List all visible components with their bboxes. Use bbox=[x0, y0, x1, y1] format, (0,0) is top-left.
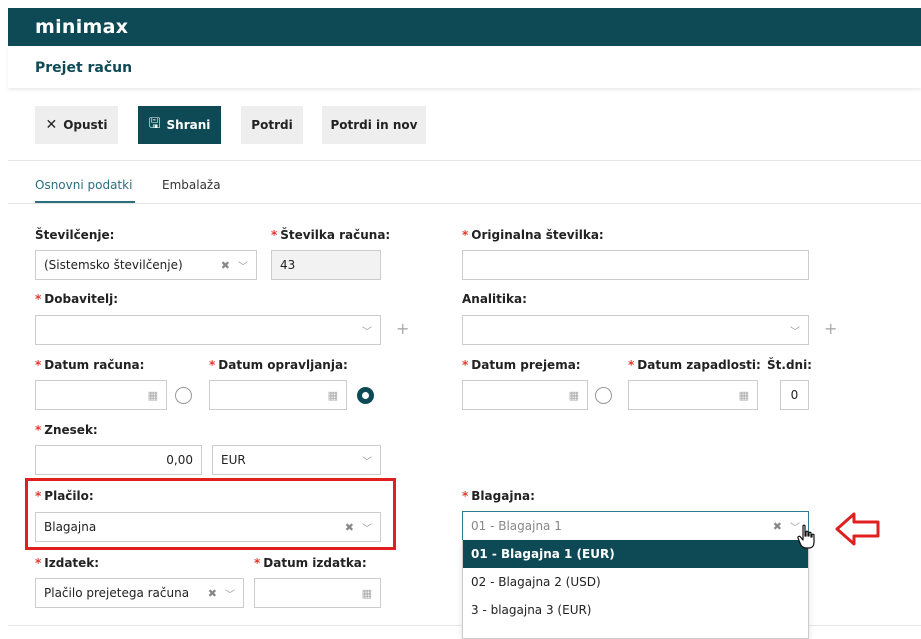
clear-icon[interactable]: ✖ bbox=[773, 520, 782, 533]
chevron-down-icon: ﹀ bbox=[362, 523, 372, 535]
toolbar-divider bbox=[8, 160, 921, 161]
service-date-radio[interactable] bbox=[357, 387, 374, 404]
amount-input[interactable]: 0,00 bbox=[35, 445, 202, 475]
cash-register-select[interactable]: 01 - Blagajna 1 ✖ ﹀ bbox=[462, 511, 809, 541]
confirm-button[interactable]: Potrdi bbox=[241, 106, 303, 144]
cash-register-option[interactable]: 02 - Blagajna 2 (USD) bbox=[463, 568, 808, 596]
analytics-label: Analitika: bbox=[462, 292, 527, 306]
discard-label: Opusti bbox=[63, 118, 108, 132]
expense-date-input[interactable]: ▦ bbox=[254, 578, 381, 608]
save-button[interactable]: 🖫 Shrani bbox=[138, 106, 221, 144]
amount-label: * Znesek: bbox=[35, 423, 98, 437]
invoice-date-input[interactable]: ▦ bbox=[35, 380, 167, 410]
calendar-icon[interactable]: ▦ bbox=[569, 389, 579, 402]
cash-register-dropdown: 01 - Blagajna 1 (EUR) 02 - Blagajna 2 (U… bbox=[462, 540, 809, 639]
service-date-label: * Datum opravljanja: bbox=[209, 358, 348, 372]
analytics-select[interactable]: ﹀ bbox=[462, 315, 809, 345]
page-title: Prejet račun bbox=[35, 60, 133, 76]
days-label: Št.dni: bbox=[767, 358, 812, 372]
invoice-date-radio[interactable] bbox=[175, 387, 192, 404]
due-date-label: * Datum zapadlosti: bbox=[628, 358, 761, 372]
close-icon: ✕ bbox=[45, 117, 58, 133]
top-bar: minimax bbox=[8, 8, 921, 46]
invoice-date-label: * Datum računa: bbox=[35, 358, 145, 372]
title-bar: Prejet račun bbox=[8, 46, 921, 88]
days-input[interactable]: 0 bbox=[780, 380, 809, 410]
tab-packaging[interactable]: Embalaža bbox=[162, 178, 221, 192]
due-date-input[interactable]: ▦ bbox=[628, 380, 758, 410]
add-analytics-plus-icon[interactable]: + bbox=[824, 319, 837, 338]
supplier-label: * Dobavitelj: bbox=[35, 292, 119, 306]
currency-select[interactable]: EUR ﹀ bbox=[212, 445, 381, 475]
annotation-arrow-icon bbox=[835, 512, 880, 546]
calendar-icon[interactable]: ▦ bbox=[362, 587, 372, 600]
chevron-down-icon: ﹀ bbox=[362, 326, 372, 338]
chevron-down-icon: ﹀ bbox=[238, 261, 248, 273]
cash-register-option[interactable]: 01 - Blagajna 1 (EUR) bbox=[463, 540, 808, 568]
expense-label: * Izdatek: bbox=[35, 556, 100, 570]
tab-basic-data[interactable]: Osnovni podatki bbox=[35, 178, 132, 192]
numbering-select[interactable]: (Sistemsko številčenje) ✖ ﹀ bbox=[35, 250, 257, 280]
floppy-disk-icon: 🖫 bbox=[148, 116, 161, 132]
confirm-label: Potrdi bbox=[251, 118, 293, 132]
discard-button[interactable]: ✕ Opusti bbox=[35, 106, 118, 144]
payment-select[interactable]: Blagajna ✖ ﹀ bbox=[35, 512, 381, 542]
calendar-icon[interactable]: ▦ bbox=[148, 389, 158, 402]
save-label: Shrani bbox=[166, 118, 211, 132]
app-logo[interactable]: minimax bbox=[35, 16, 128, 38]
cash-register-option[interactable]: 3 - blagajna 3 (EUR) bbox=[463, 596, 808, 624]
cash-register-label: * Blagajna: bbox=[462, 489, 535, 503]
expense-select[interactable]: Plačilo prejetega računa ✖ ﹀ bbox=[35, 578, 244, 608]
original-number-label: * Originalna številka: bbox=[462, 228, 604, 242]
supplier-select[interactable]: ﹀ bbox=[35, 315, 381, 345]
calendar-icon[interactable]: ▦ bbox=[328, 389, 338, 402]
add-supplier-plus-icon[interactable]: + bbox=[396, 319, 409, 338]
original-number-input[interactable] bbox=[462, 250, 809, 280]
calendar-icon[interactable]: ▦ bbox=[739, 389, 749, 402]
receipt-date-input[interactable]: ▦ bbox=[462, 380, 588, 410]
clear-icon[interactable]: ✖ bbox=[221, 259, 230, 272]
receipt-date-label: * Datum prejema: bbox=[462, 358, 581, 372]
confirm-and-new-button[interactable]: Potrdi in nov bbox=[322, 106, 426, 144]
clear-icon[interactable]: ✖ bbox=[345, 521, 354, 534]
invoice-number-label: * Številka računa: bbox=[271, 228, 391, 242]
chevron-down-icon: ﹀ bbox=[790, 326, 800, 338]
hand-cursor-icon bbox=[797, 524, 815, 549]
invoice-number-field: 43 bbox=[271, 250, 381, 280]
chevron-down-icon: ﹀ bbox=[362, 456, 372, 468]
chevron-down-icon: ﹀ bbox=[225, 589, 235, 601]
receipt-date-radio[interactable] bbox=[595, 387, 612, 404]
expense-date-label: * Datum izdatka: bbox=[254, 556, 367, 570]
numbering-label: Številčenje: bbox=[35, 228, 115, 242]
tabs-divider bbox=[8, 203, 921, 204]
confirm-new-label: Potrdi in nov bbox=[330, 118, 418, 132]
payment-label: * Plačilo: bbox=[35, 489, 94, 503]
clear-icon[interactable]: ✖ bbox=[208, 587, 217, 600]
service-date-input[interactable]: ▦ bbox=[209, 380, 347, 410]
